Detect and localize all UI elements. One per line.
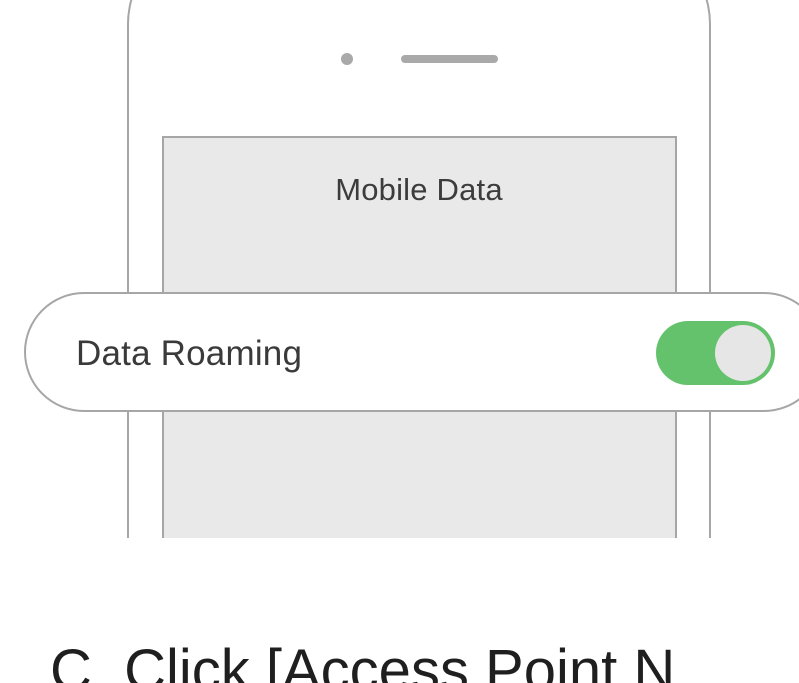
camera-dot-icon [341,53,353,65]
data-roaming-toggle[interactable] [656,321,775,385]
data-roaming-label: Data Roaming [76,334,303,373]
speaker-slot-icon [401,55,498,63]
illustration-canvas: Mobile Data Data Roaming C. Click [Acces… [0,0,799,683]
step-caption: C. Click [Access Point N [50,638,676,683]
screen-title: Mobile Data [335,172,503,207]
toggle-knob [715,325,771,381]
